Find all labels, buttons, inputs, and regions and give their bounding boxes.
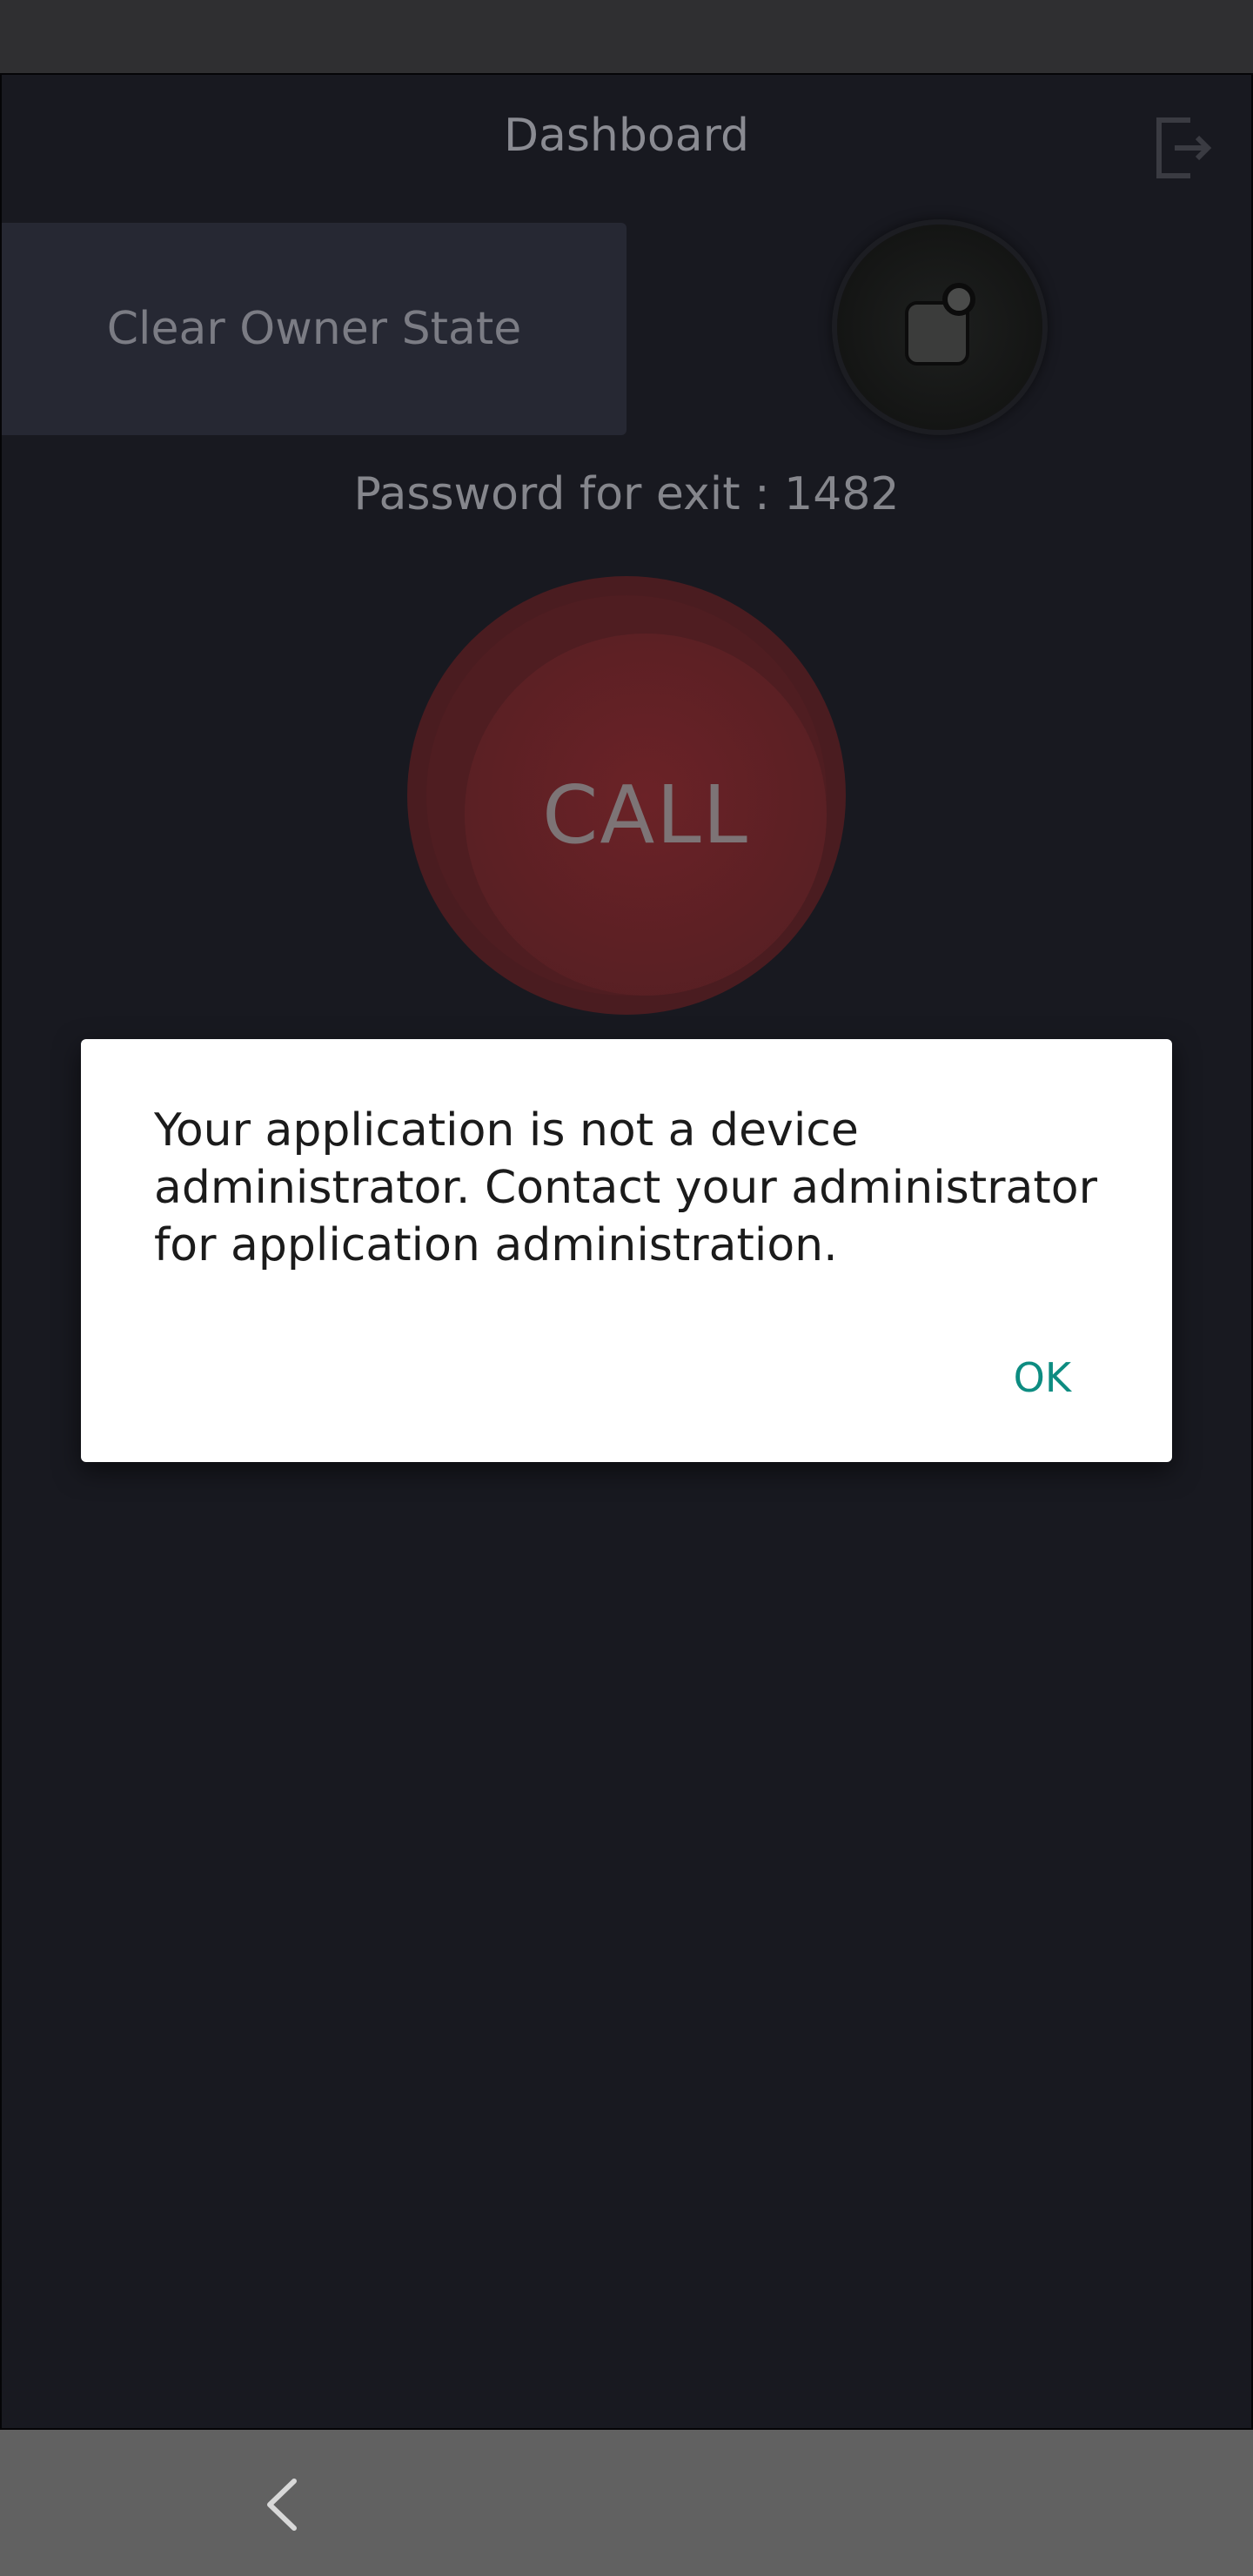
camera-notification-icon [901, 282, 978, 369]
call-button-ring: CALL [407, 576, 846, 1015]
navigation-bar [0, 2430, 1253, 2576]
call-button[interactable]: CALL [465, 634, 827, 996]
camera-button[interactable] [837, 225, 1042, 430]
exit-password-text: Password for exit : 1482 [353, 468, 900, 520]
back-button[interactable] [245, 2468, 318, 2541]
dialog-message: Your application is not a device adminis… [154, 1104, 1097, 1271]
clear-owner-state-button[interactable]: Clear Owner State [2, 223, 626, 435]
exit-to-app-icon[interactable] [1152, 115, 1213, 181]
page-title: Dashboard [503, 110, 750, 162]
chevron-left-icon [267, 2479, 297, 2531]
alert-dialog: Your application is not a device adminis… [81, 1039, 1172, 1462]
ok-button[interactable]: OK [1014, 1345, 1071, 1410]
status-bar [0, 0, 1253, 73]
